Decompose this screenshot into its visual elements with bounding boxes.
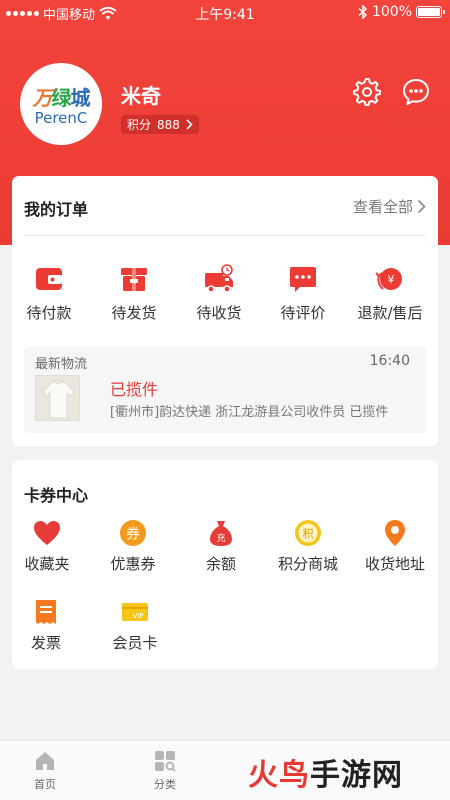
battery-icon xyxy=(416,6,445,18)
package-icon xyxy=(121,268,147,291)
logistics-status: 已揽件 xyxy=(110,380,159,399)
status-bar: 中国移动 上午9:41 100% xyxy=(0,0,450,24)
logistics-title: 最新物流 xyxy=(35,357,88,372)
order-pending-receipt[interactable]: 待收货 xyxy=(179,262,259,323)
shipping-address-item[interactable]: 收货地址 xyxy=(355,518,435,574)
points-value: 888 xyxy=(157,117,180,132)
heart-icon xyxy=(34,521,60,545)
battery-percent: 100% xyxy=(371,4,412,20)
username[interactable]: 米奇 xyxy=(121,80,161,109)
view-all-orders-link[interactable]: 查看全部 xyxy=(353,196,426,217)
invoice-icon xyxy=(36,600,56,624)
svg-text:券: 券 xyxy=(126,527,140,543)
logo-text-en: PerenC xyxy=(34,108,88,127)
vip-card-icon: VIP xyxy=(122,603,148,621)
chevron-right-icon xyxy=(186,119,193,130)
svg-text:VIP: VIP xyxy=(132,612,143,620)
svg-text:积: 积 xyxy=(303,528,314,541)
order-pending-shipment[interactable]: 待发货 xyxy=(94,262,174,323)
money-bag-icon: 充 xyxy=(210,521,232,546)
order-refund-aftersale[interactable]: ¥ 退款/售后 xyxy=(350,262,430,323)
orders-title: 我的订单 xyxy=(24,200,89,219)
chevron-right-icon xyxy=(417,199,426,214)
bluetooth-icon xyxy=(358,5,368,19)
favorites-item[interactable]: 收藏夹 xyxy=(7,518,87,574)
wallet-icon xyxy=(36,268,62,290)
product-thumbnail xyxy=(35,375,80,421)
chat-bubble-icon[interactable] xyxy=(401,77,431,107)
order-pending-review[interactable]: 待评价 xyxy=(263,262,343,323)
coupon-center-card: 卡券中心 收藏夹 券 优惠券 充 余额 积 积分商城 收货地址 发票 VIP 会… xyxy=(12,460,438,669)
nav-category[interactable]: 分类 xyxy=(135,749,195,792)
gear-icon[interactable] xyxy=(352,77,382,107)
membership-card-item[interactable]: VIP 会员卡 xyxy=(95,597,175,653)
svg-text:¥: ¥ xyxy=(388,273,395,286)
balance-item[interactable]: 充 余额 xyxy=(181,518,261,574)
category-icon xyxy=(155,751,176,772)
logistics-time: 16:40 xyxy=(369,353,410,369)
points-coin-icon: 积 xyxy=(295,520,321,546)
points-mall-item[interactable]: 积 积分商城 xyxy=(268,518,348,574)
order-pending-payment[interactable]: 待付款 xyxy=(9,262,89,323)
invoice-item[interactable]: 发票 xyxy=(6,597,86,653)
orders-card: 我的订单 查看全部 待付款 待发货 待收货 待评价 ¥ 退款/售后 最新物流 1… xyxy=(12,176,438,446)
svg-text:充: 充 xyxy=(216,532,225,544)
home-icon xyxy=(36,752,54,770)
points-label: 积分 xyxy=(127,118,152,132)
truck-icon xyxy=(205,264,233,293)
logo-text-cn: 万绿城 xyxy=(32,85,91,110)
avatar[interactable]: 万绿城 PerenC xyxy=(20,63,102,145)
coupon-center-title: 卡券中心 xyxy=(24,486,89,505)
location-pin-icon xyxy=(385,520,405,546)
coupon-icon: 券 xyxy=(120,520,146,546)
watermark-logo: 火鸟 手游网 xyxy=(248,758,403,793)
refund-icon: ¥ xyxy=(375,268,402,290)
nav-home[interactable]: 首页 xyxy=(15,749,75,792)
coupons-item[interactable]: 券 优惠券 xyxy=(93,518,173,574)
logistics-detail: [衢州市]韵达快递 浙江龙游县公司收件员 已揽件 xyxy=(110,405,389,420)
latest-logistics-panel[interactable]: 最新物流 16:40 已揽件 [衢州市]韵达快递 浙江龙游县公司收件员 已揽件 xyxy=(24,347,426,433)
points-badge[interactable]: 积分 888 xyxy=(121,115,199,134)
divider xyxy=(24,235,426,236)
comment-icon xyxy=(290,267,316,292)
